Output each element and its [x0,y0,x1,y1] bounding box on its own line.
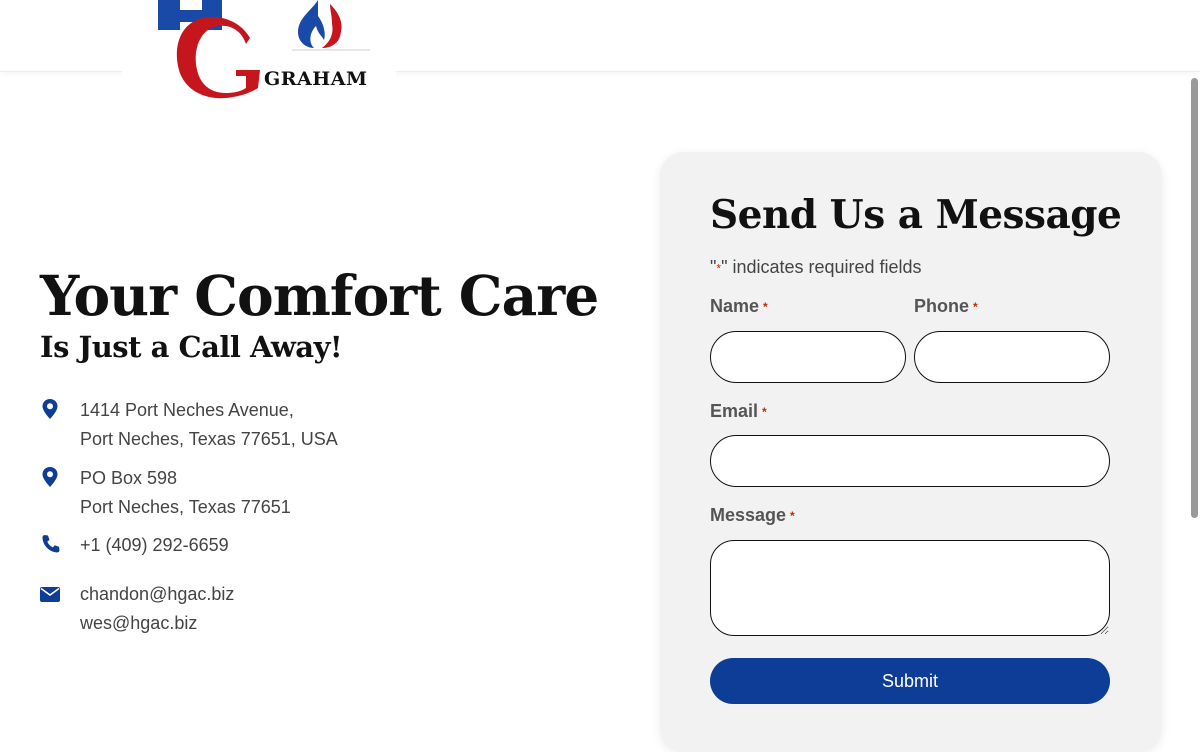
company-logo[interactable] [122,0,396,108]
email-required-star: * [762,405,767,420]
map-pin-icon [42,467,58,487]
email-label: Email * [710,401,767,422]
address-po-box: PO Box 598 Port Neches, Texas 77651 [40,464,291,522]
page-scrollbar-thumb[interactable] [1191,78,1198,518]
address-line-2: Port Neches, Texas 77651, USA [80,429,338,449]
phone-input[interactable] [914,331,1110,383]
address-line-1: 1414 Port Neches Avenue, [80,400,294,420]
email-label-text: Email [710,401,759,421]
phone-required-star: * [973,300,978,315]
name-required-star: * [763,300,768,315]
name-label-text: Name [710,296,760,316]
form-title: Send Us a Message [710,192,1122,238]
name-input[interactable] [710,331,906,383]
message-required-star: * [790,509,795,524]
email-link-wes[interactable]: wes@hgac.biz [80,609,234,638]
po-box-line-2: Port Neches, Texas 77651 [80,497,291,517]
email-item: chandon@hgac.biz wes@hgac.biz [40,580,234,638]
message-textarea[interactable] [710,540,1110,636]
submit-button[interactable]: Submit [710,658,1110,704]
required-fields-note: "*" indicates required fields [710,257,922,278]
phone-item[interactable]: +1 (409) 292-6659 [40,531,229,560]
message-label: Message * [710,505,795,526]
email-input[interactable] [710,435,1110,487]
email-link-chandon[interactable]: chandon@hgac.biz [80,580,234,609]
hero-subtitle: Is Just a Call Away! [40,330,343,364]
address-street: 1414 Port Neches Avenue, Port Neches, Te… [40,396,338,454]
message-label-text: Message [710,505,787,525]
po-box-line-1: PO Box 598 [80,468,178,488]
envelope-icon [40,587,60,602]
phone-label-text: Phone [914,296,970,316]
phone-label: Phone * [914,296,978,317]
logo-wordmark: GRAHAM [264,68,368,90]
logo-plate[interactable]: GRAHAM [122,0,396,108]
map-pin-icon [42,399,58,419]
phone-icon [42,535,60,553]
hero-title: Your Comfort Care [40,263,599,328]
required-note-text: " indicates required fields [721,257,922,277]
contact-form-card: Send Us a Message "*" indicates required… [660,152,1162,752]
name-label: Name * [710,296,768,317]
phone-link[interactable]: +1 (409) 292-6659 [80,531,229,560]
